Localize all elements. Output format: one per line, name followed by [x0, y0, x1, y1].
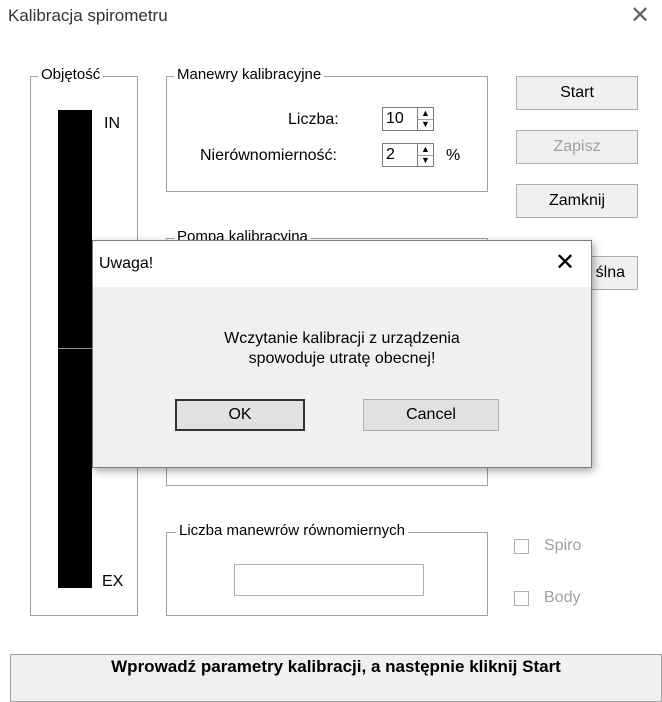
dialog-close-icon[interactable]: ✕: [555, 249, 575, 277]
count-label: Liczba:: [288, 111, 339, 128]
volume-in-label: IN: [104, 115, 120, 132]
uniform-legend: Liczba manewrów równomiernych: [176, 522, 408, 539]
close-button[interactable]: Zamknij: [516, 184, 638, 218]
arrow-down-icon[interactable]: ▼: [418, 155, 433, 166]
spiro-label: Spiro: [544, 537, 582, 554]
dialog-titlebar: Uwaga! ✕: [93, 241, 591, 287]
volume-zero-line: [58, 348, 92, 349]
start-button[interactable]: Start: [516, 76, 638, 110]
dialog-message: Wczytanie kalibracji z urządzenia spowod…: [93, 329, 591, 369]
body-label: Body: [544, 589, 581, 606]
warning-dialog: Uwaga! ✕ Wczytanie kalibracji z urządzen…: [92, 240, 592, 468]
dialog-message-line2: spowoduje utratę obecnej!: [248, 350, 436, 367]
status-panel: Wprowadź parametry kalibracji, a następn…: [10, 654, 662, 702]
maneuvers-group: [166, 76, 488, 192]
body-checkbox[interactable]: [514, 591, 529, 606]
nonuniformity-label: Nierównomierność:: [200, 147, 337, 164]
arrow-down-icon[interactable]: ▼: [418, 119, 433, 130]
status-text: Wprowadź parametry kalibracji, a następn…: [111, 657, 561, 676]
default-button-label: ślna: [595, 264, 625, 281]
dialog-message-line1: Wczytanie kalibracji z urządzenia: [224, 330, 460, 347]
nonuniformity-value: 2: [386, 146, 395, 163]
volume-legend: Objętość: [38, 66, 104, 83]
volume-bar: [58, 110, 92, 588]
dialog-title: Uwaga!: [99, 255, 154, 272]
nonuniformity-spinner[interactable]: 2 ▲ ▼: [382, 143, 434, 167]
save-button[interactable]: Zapisz: [516, 130, 638, 164]
count-spinner[interactable]: 10 ▲ ▼: [382, 107, 434, 131]
ok-button[interactable]: OK: [175, 399, 305, 431]
count-spin-buttons: ▲ ▼: [417, 108, 433, 130]
spiro-checkbox[interactable]: [514, 539, 529, 554]
cancel-button[interactable]: Cancel: [363, 399, 499, 431]
count-value: 10: [386, 110, 404, 127]
window-title: Kalibracja spirometru: [8, 6, 168, 25]
maneuvers-legend: Manewry kalibracyjne: [174, 66, 325, 83]
nonuniformity-spin-buttons: ▲ ▼: [417, 144, 433, 166]
volume-ex-label: EX: [102, 573, 124, 590]
uniform-count-field[interactable]: [234, 564, 424, 596]
window-close-button[interactable]: ✕: [630, 2, 650, 30]
percent-label: %: [446, 147, 461, 164]
